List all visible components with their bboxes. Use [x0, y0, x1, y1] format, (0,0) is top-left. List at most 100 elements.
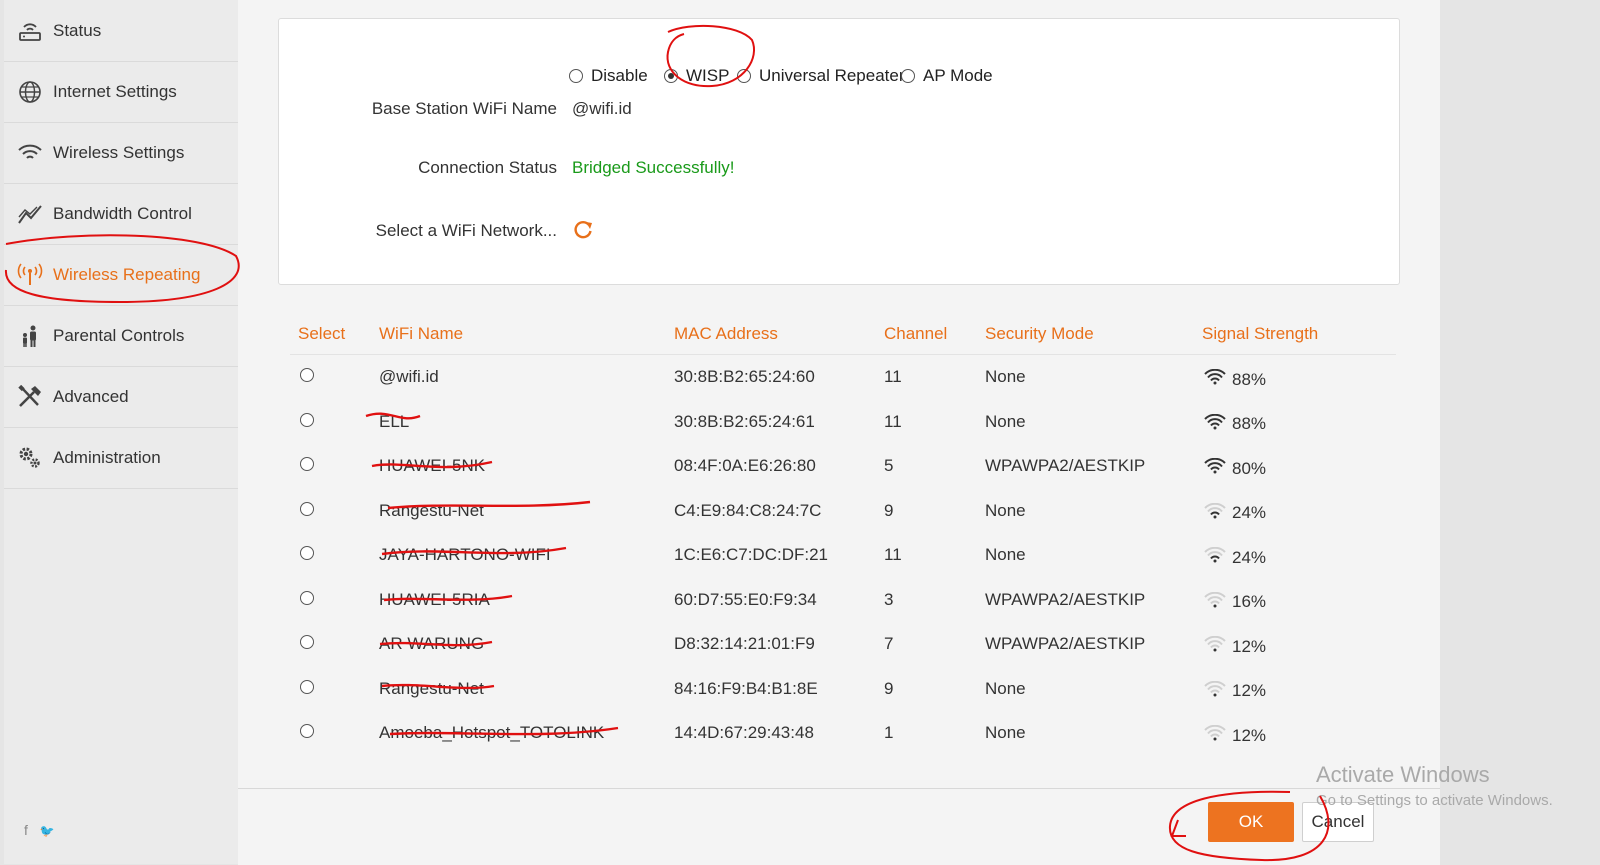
row-select-radio[interactable]	[300, 724, 314, 738]
select-network-label: Select a WiFi Network...	[375, 221, 557, 240]
sidebar-item-internet-settings[interactable]: Internet Settings	[4, 61, 238, 123]
row-select-radio[interactable]	[300, 546, 314, 560]
sidebar-item-label: Advanced	[53, 386, 129, 406]
sidebar: Status Internet Settings Wireless Settin…	[4, 0, 238, 864]
globe-icon	[16, 78, 44, 106]
cell-mac-address: 60:D7:55:E0:F9:34	[674, 589, 817, 609]
cell-channel: 7	[884, 634, 894, 653]
row-select-radio[interactable]	[300, 635, 314, 649]
mode-radio[interactable]	[569, 69, 583, 83]
row-select-radio[interactable]	[300, 457, 314, 471]
sidebar-item-advanced[interactable]: Advanced	[4, 366, 238, 428]
connection-status-label: Connection Status	[418, 158, 557, 177]
cell-signal-strength: 80%	[1204, 457, 1267, 479]
cell-signal-strength: 24%	[1204, 502, 1267, 524]
sidebar-item-wireless-repeating[interactable]: Wireless Repeating	[4, 244, 238, 306]
base-station-value: @wifi.id	[572, 99, 632, 118]
cell-signal-strength: 16%	[1204, 591, 1266, 613]
cell-mac-address: C4:E9:84:C8:24:7C	[674, 500, 822, 520]
signal-value: 24%	[1232, 503, 1267, 522]
facebook-icon[interactable]: f	[24, 822, 28, 838]
signal-value: 12%	[1232, 681, 1267, 700]
cell-channel: 11	[884, 545, 902, 564]
signal-wifi-icon	[1204, 591, 1226, 613]
signal-value: 12%	[1232, 725, 1267, 745]
base-station-label: Base Station WiFi Name	[371, 99, 557, 118]
wifi-icon	[16, 139, 44, 167]
repeater-mode-card: Disable WISP Universal Repeater AP Mode …	[278, 18, 1400, 285]
mode-label: Universal Repeater	[759, 66, 905, 85]
row-select-radio[interactable]	[300, 501, 314, 516]
signal-wifi-icon	[1204, 680, 1226, 702]
sidebar-item-label: Status	[53, 20, 102, 40]
mode-radio[interactable]	[664, 69, 678, 83]
sidebar-item-wireless-settings[interactable]: Wireless Settings	[4, 122, 238, 184]
table-header: Select WiFi Name MAC Address Channel Sec…	[290, 318, 1396, 355]
cell-signal-strength: 24%	[1204, 546, 1266, 568]
row-select-radio[interactable]	[300, 368, 314, 382]
cell-security-mode: None	[985, 367, 1026, 386]
cell-mac-address: 14:4D:67:29:43:48	[674, 723, 814, 742]
cell-signal-strength: 88%	[1204, 413, 1266, 435]
cell-channel: 1	[884, 723, 894, 742]
twitter-icon[interactable]: 🐦	[40, 824, 55, 838]
mode-label: AP Mode	[923, 66, 993, 85]
table-row[interactable]: AR WARUNG D8:32:14:21:01:F9 7 WPAWPA2/AESTK…	[290, 622, 1396, 667]
sidebar-item-label: Wireless Settings	[53, 142, 185, 162]
gears-icon	[16, 444, 44, 472]
mode-label: WISP	[686, 66, 730, 85]
cell-security-mode: None	[985, 500, 1026, 520]
table-row[interactable]: JAYA-HARTONO-WIFI 1C:E6:C7:DC:DF:21 11 None…	[290, 533, 1396, 578]
column-header-wifi-name: WiFi Name	[379, 324, 464, 343]
column-header-select: Select	[298, 324, 346, 343]
table-row[interactable]: ELL 30:8B:B2:65:24:61 11 None 88%	[290, 400, 1396, 445]
activate-windows-watermark: Activate Windows Go to Settings to activ…	[1316, 762, 1553, 809]
mode-radio[interactable]	[901, 69, 915, 83]
mode-radio[interactable]	[737, 69, 751, 83]
cell-channel: 3	[884, 589, 894, 609]
cell-mac-address: 1C:E6:C7:DC:DF:21	[674, 545, 828, 564]
sidebar-item-administration[interactable]: Administration	[4, 427, 238, 489]
refresh-icon[interactable]	[572, 219, 594, 246]
cell-security-mode: None	[985, 411, 1026, 431]
sidebar-item-status[interactable]: Status	[4, 0, 238, 62]
cell-security-mode: None	[985, 678, 1026, 698]
table-row[interactable]: HUAWEI-5RIA 60:D7:55:E0:F9:34 3 WPAWPA2/AES…	[290, 578, 1396, 623]
footer-bar: OK Cancel	[238, 788, 1440, 865]
sidebar-item-label: Internet Settings	[53, 81, 177, 101]
table-row[interactable]: HUAWEI-5NK 08:4F:0A:E6:26:80 5 WPAWPA2/AEST…	[290, 444, 1396, 489]
signal-wifi-icon	[1204, 502, 1226, 524]
cell-channel: 11	[884, 367, 902, 386]
row-select-radio[interactable]	[300, 679, 314, 694]
mode-label: Disable	[591, 66, 648, 85]
table-row[interactable]: Amoeba_Hotspot_TOTOLINK 14:4D:67:29:43:48…	[290, 711, 1396, 756]
cell-signal-strength: 12%	[1204, 724, 1267, 746]
mode-option-wisp[interactable]: WISP	[664, 66, 729, 86]
wifi-network-table: Select WiFi Name MAC Address Channel Sec…	[290, 318, 1396, 756]
ok-button[interactable]: OK	[1208, 802, 1294, 842]
cell-wifi-name: ELL	[379, 411, 410, 431]
row-select-radio[interactable]	[300, 412, 314, 427]
signal-value: 88%	[1232, 369, 1267, 389]
sidebar-item-bandwidth-control[interactable]: Bandwidth Control	[4, 183, 238, 245]
column-header-signal-strength: Signal Strength	[1202, 324, 1319, 343]
signal-value: 80%	[1232, 458, 1267, 478]
row-select-radio[interactable]	[300, 590, 314, 605]
cell-security-mode: WPAWPA2/AESTKIP	[985, 634, 1146, 653]
cell-mac-address: 08:4F:0A:E6:26:80	[674, 456, 816, 475]
signal-wifi-icon	[1204, 635, 1226, 657]
cell-wifi-name: Rangestu-Net	[379, 500, 484, 520]
main-panel: Disable WISP Universal Repeater AP Mode …	[238, 0, 1440, 865]
table-row[interactable]: Rangestu-Net C4:E9:84:C8:24:7C 9 None 24%	[290, 489, 1396, 534]
mode-option-ap-mode[interactable]: AP Mode	[901, 66, 993, 86]
cell-signal-strength: 88%	[1204, 368, 1267, 390]
mode-option-disable[interactable]: Disable	[569, 66, 648, 86]
sidebar-item-label: Parental Controls	[53, 325, 185, 345]
column-header-mac-address: MAC Address	[674, 324, 778, 343]
mode-option-universal-repeater[interactable]: Universal Repeater	[737, 66, 905, 86]
table-row[interactable]: Rangestu-Net 84:16:F9:B4:B1:8E 9 None 12%	[290, 667, 1396, 712]
sidebar-item-label: Wireless Repeating	[53, 264, 201, 284]
cell-security-mode: None	[985, 723, 1026, 742]
table-row[interactable]: @wifi.id 30:8B:B2:65:24:60 11 None 88%	[290, 355, 1396, 400]
sidebar-item-parental-controls[interactable]: Parental Controls	[4, 305, 238, 367]
